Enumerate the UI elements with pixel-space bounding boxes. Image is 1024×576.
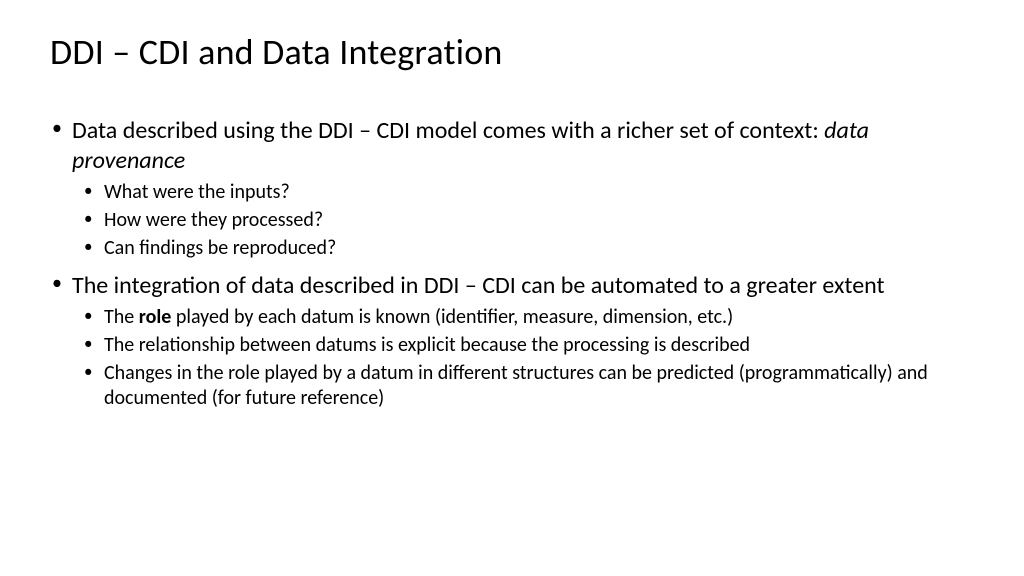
bullet-list: Data described using the DDI – CDI model… [50,116,974,411]
bullet-l2-2-1-bold: role [139,305,172,329]
bullet-group-2: The integration of data described in DDI… [50,271,974,411]
bullet-l1-1: Data described using the DDI – CDI model… [50,116,974,176]
bullet-l2-1-2: How were they processed? [82,208,974,233]
bullet-l2-2-1-pre: The [104,305,139,329]
bullet-l2-2-1-post: played by each datum is known (identifie… [171,305,733,329]
bullet-l2-2-2: The relationship between datums is expli… [82,333,974,358]
slide-title: DDI – CDI and Data Integration [50,30,974,74]
bullet-group-1: Data described using the DDI – CDI model… [50,116,974,261]
bullet-l2-2-1: The role played by each datum is known (… [82,305,974,330]
bullet-l2-1-3: Can findings be reproduced? [82,236,974,261]
bullet-l2-1-1: What were the inputs? [82,180,974,205]
bullet-l2-1: The integration of data described in DDI… [50,271,974,301]
bullet-l2-2-3: Changes in the role played by a datum in… [82,361,974,411]
bullet-l1-1-text-pre: Data described using the DDI – CDI model… [72,116,824,145]
